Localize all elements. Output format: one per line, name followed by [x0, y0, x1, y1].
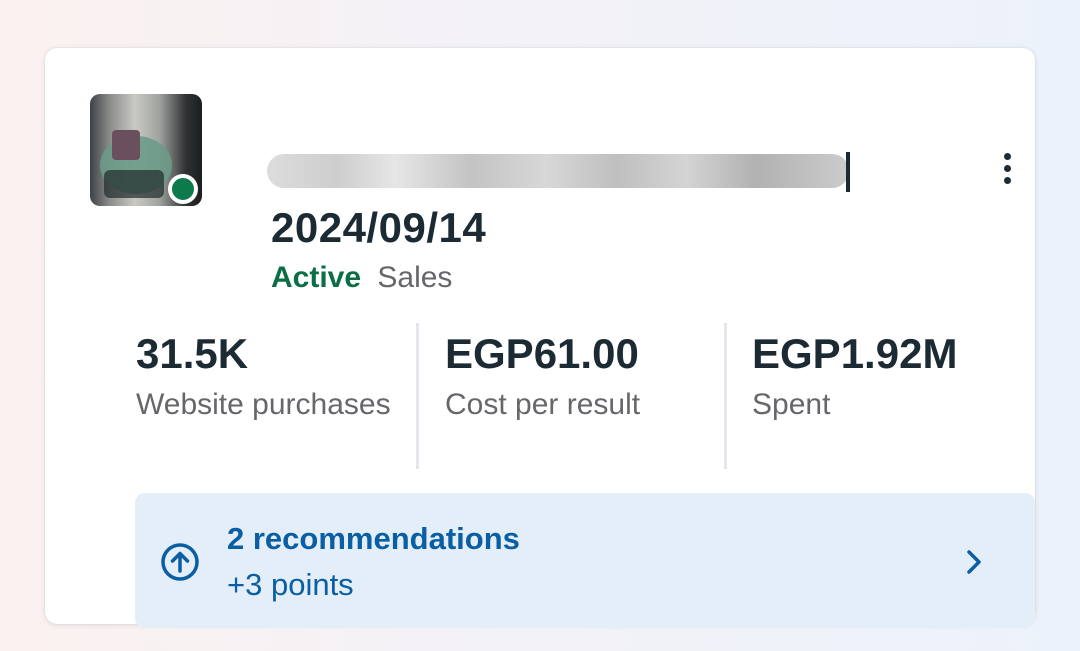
campaign-title-date: 2024/09/14 — [271, 204, 487, 251]
metric-divider — [416, 323, 419, 469]
title-separator — [846, 152, 850, 192]
metric-label: Website purchases — [136, 388, 391, 421]
campaign-avatar — [90, 94, 202, 206]
recommendations-title: 2 recommendations — [227, 521, 520, 556]
metric-divider — [724, 323, 727, 469]
metric-label: Spent — [752, 388, 831, 421]
metric-value: 31.5K — [136, 330, 249, 377]
recommendations-points: +3 points — [227, 567, 354, 602]
metric-value: EGP1.92M — [752, 330, 958, 377]
metric-value: EGP61.00 — [445, 330, 639, 377]
more-options-button[interactable] — [987, 148, 1027, 188]
chevron-right-icon — [967, 550, 981, 574]
arrow-up-circle-icon — [161, 543, 199, 581]
more-vertical-icon — [1003, 152, 1011, 160]
campaign-objective: Sales — [377, 261, 453, 294]
metric-label: Cost per result — [445, 388, 641, 421]
active-status-dot — [168, 174, 198, 204]
campaign-status-line: Active Sales — [271, 261, 452, 295]
metric-cost-per-result: EGP61.00 Cost per result — [445, 330, 715, 427]
status-badge: Active — [271, 261, 362, 294]
campaign-card[interactable]: 2024/09/14 Active Sales 31.5K Website pu… — [45, 48, 1035, 628]
metric-spent: EGP1.92M Spent — [752, 330, 1022, 427]
recommendations-button[interactable]: 2 recommendations +3 points — [135, 493, 1035, 628]
redacted-campaign-name — [267, 154, 849, 188]
metric-website-purchases: 31.5K Website purchases — [136, 330, 396, 427]
